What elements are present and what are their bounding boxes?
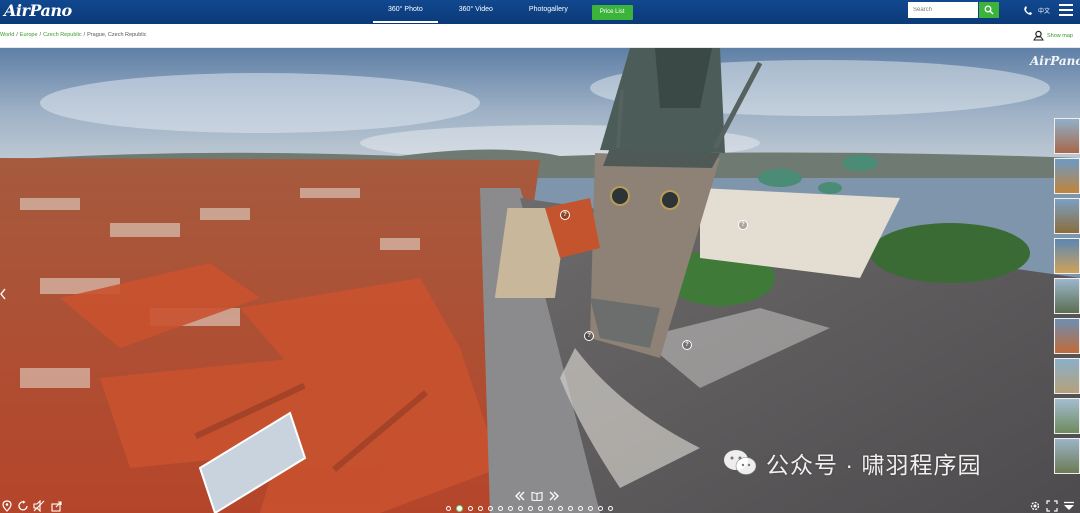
next-double-chevron-icon[interactable] [549,491,559,501]
thumbnail[interactable] [1054,358,1080,394]
wechat-watermark-text: 公众号 · 啸羽程序园 [766,452,982,478]
show-map-label: Show map [1047,32,1073,39]
thumbnail[interactable] [1054,278,1080,314]
page-dot[interactable] [558,505,563,511]
page-dot[interactable] [588,505,593,511]
thumbnail[interactable] [1054,158,1080,194]
page-dot-active[interactable] [456,504,463,512]
search-button[interactable] [979,2,999,18]
breadcrumb-bar: World / Europe / Czech Republic / Prague, Czec… [0,24,1080,48]
page-dot[interactable] [578,505,583,511]
breadcrumb-world[interactable]: World [0,32,14,38]
share-icon[interactable] [51,500,63,512]
thumbnail[interactable] [1054,398,1080,434]
map-pin-icon [1033,30,1044,41]
fullscreen-icon[interactable] [1046,500,1058,512]
location-pin-icon[interactable] [2,500,12,512]
show-map-button[interactable]: Show map [1033,30,1073,41]
hamburger-menu-icon[interactable] [1059,4,1073,16]
info-hotspot[interactable]: ? [584,331,594,341]
pano-watermark-logo: AirPano [1030,54,1080,68]
thumbnail[interactable] [1054,118,1080,154]
price-list-button[interactable]: Price List [591,4,633,20]
previous-double-chevron-icon[interactable] [515,491,525,501]
autorotate-icon[interactable] [17,500,29,512]
panorama-thumbnail-strip[interactable] [1054,118,1080,488]
search-input[interactable] [908,2,978,18]
panorama-pagination [446,504,618,512]
scroll-left-icon[interactable] [0,288,6,300]
page-dot[interactable] [538,505,543,511]
page-dot[interactable] [548,505,553,511]
wechat-watermark: 公众号 · 啸羽程序园 [722,446,981,480]
phone-icon[interactable] [1022,5,1034,17]
info-hotspot[interactable]: ? [738,220,748,230]
page-dot[interactable] [488,505,493,511]
thumbnail[interactable] [1054,198,1080,234]
page-dot[interactable] [608,505,613,511]
page-dot[interactable] [598,505,603,511]
thumbnail[interactable] [1054,238,1080,274]
info-hotspot[interactable]: ? [682,340,692,350]
page-dot[interactable] [528,505,533,511]
language-switch[interactable]: 中文 [1038,6,1050,15]
page-dot[interactable] [508,505,513,511]
page-dot[interactable] [478,505,483,511]
page-dot[interactable] [518,505,523,511]
main-nav: 360° Photo 360° Video Photogallery Price… [370,0,633,24]
info-hotspot[interactable]: ? [560,210,570,220]
nav-360-video[interactable]: 360° Video [441,0,511,24]
breadcrumb-czech-republic[interactable]: Czech Republic [43,32,82,38]
breadcrumb-europe[interactable]: Europe [20,32,38,38]
settings-gear-icon[interactable] [1029,500,1041,512]
breadcrumb: World / Europe / Czech Republic / Prague, Czec… [0,32,147,38]
thumbnail[interactable] [1054,438,1080,474]
airpano-logo[interactable]: AirPano [4,1,72,20]
nav-360-photo[interactable]: 360° Photo [370,0,441,24]
page-dot[interactable] [468,505,473,511]
nav-photogallery[interactable]: Photogallery [511,0,586,24]
panorama-viewer[interactable]: AirPano ? ? ? ? 公众号 · 啸羽程序园 [0,48,1080,513]
top-navigation-bar: AirPano 360° Photo 360° Video Photogalle… [0,0,1080,24]
collapse-panel-icon[interactable] [1063,501,1075,511]
panorama-image [0,48,1080,513]
page-dot[interactable] [498,505,503,511]
page-dot[interactable] [568,505,573,511]
gallery-book-icon[interactable] [531,491,543,501]
sound-off-icon[interactable] [33,500,45,512]
breadcrumb-current: Prague, Czech Republic [87,32,147,38]
page-dot[interactable] [446,505,451,511]
app-root: AirPano 360° Photo 360° Video Photogalle… [0,0,1080,513]
thumbnail[interactable] [1054,318,1080,354]
wechat-icon [724,450,757,475]
search-icon [984,5,994,15]
